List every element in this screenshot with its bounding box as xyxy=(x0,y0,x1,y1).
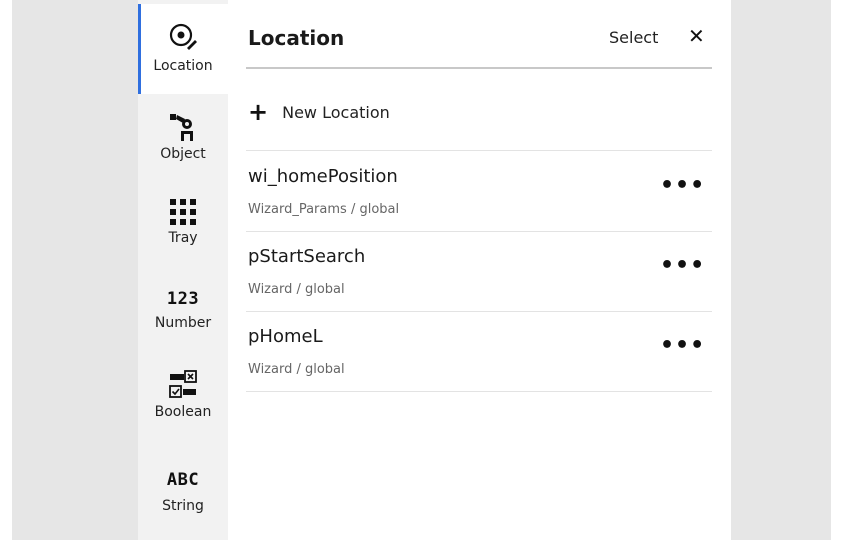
location-scope: Wizard / global xyxy=(248,362,345,377)
page-title: Location xyxy=(248,26,345,50)
more-options-icon[interactable]: ••• xyxy=(660,333,705,358)
grid-dots-icon xyxy=(170,199,196,225)
plus-icon: + xyxy=(248,98,269,126)
location-scope: Wizard / global xyxy=(248,282,345,297)
right-backdrop xyxy=(731,0,831,540)
rail-item-boolean[interactable]: Boolean xyxy=(138,370,228,434)
location-target-icon xyxy=(169,23,197,50)
list-item[interactable]: pStartSearch Wizard / global ••• xyxy=(246,231,712,312)
header-divider xyxy=(246,67,712,69)
boolean-toggle-icon xyxy=(169,370,197,398)
rail-item-object[interactable]: Object xyxy=(138,110,228,180)
string-abc-icon: ABC xyxy=(166,470,200,490)
rail-item-label: Location xyxy=(153,58,213,74)
more-options-icon[interactable]: ••• xyxy=(660,253,705,278)
rail-item-string[interactable]: ABC String xyxy=(138,470,228,526)
rail-item-location[interactable]: Location xyxy=(138,4,228,94)
location-name: wi_homePosition xyxy=(248,166,398,187)
list-item[interactable]: wi_homePosition Wizard_Params / global •… xyxy=(246,151,712,232)
left-backdrop xyxy=(12,0,138,540)
rail-item-number[interactable]: 123 Number xyxy=(138,289,228,349)
location-panel: Location Select ✕ + New Location wi_home… xyxy=(228,0,731,540)
rail-item-label: Boolean xyxy=(154,404,212,420)
rail-item-label: Object xyxy=(160,146,206,162)
rail-item-label: Tray xyxy=(168,230,198,246)
number-icon: 123 xyxy=(166,289,200,309)
close-icon[interactable]: ✕ xyxy=(688,24,705,48)
new-location-button[interactable]: + New Location xyxy=(248,97,390,127)
rail-item-label: Number xyxy=(154,315,212,331)
list-item[interactable]: pHomeL Wizard / global ••• xyxy=(246,311,712,392)
robot-gripper-icon xyxy=(170,114,193,141)
rail-item-label: String xyxy=(162,498,204,514)
location-name: pStartSearch xyxy=(248,246,366,267)
location-name: pHomeL xyxy=(248,326,323,347)
more-options-icon[interactable]: ••• xyxy=(660,173,705,198)
rail-item-tray[interactable]: Tray xyxy=(138,196,228,262)
variable-type-rail: Location Object Tray 123 Number Boolean … xyxy=(138,0,228,540)
new-location-label: New Location xyxy=(282,102,390,122)
location-scope: Wizard_Params / global xyxy=(248,202,400,217)
select-button[interactable]: Select xyxy=(609,28,658,47)
